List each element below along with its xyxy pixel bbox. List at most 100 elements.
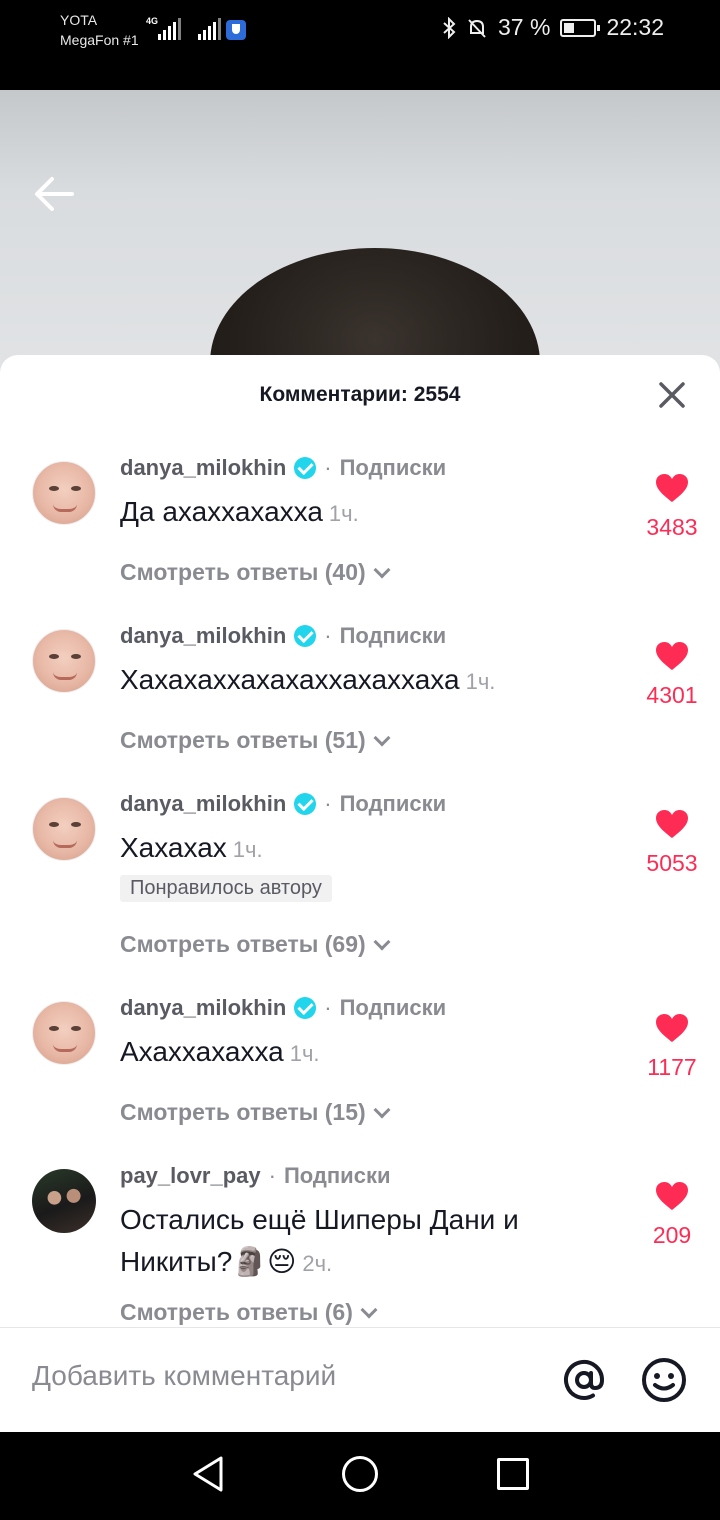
comment-header: danya_milokhin · Подписки: [120, 621, 446, 651]
avatar[interactable]: [32, 461, 96, 525]
comment-text: Хахахаххахахаххахаххаха 1ч.: [120, 659, 600, 703]
like-button[interactable]: 3483: [636, 473, 708, 541]
comment-header: pay_lovr_pay · Подписки: [120, 1161, 390, 1191]
heart-icon: [656, 810, 688, 838]
view-replies-label: Смотреть ответы (6): [120, 1299, 353, 1325]
comments-list[interactable]: danya_milokhin · Подписки Да ахаххахахха…: [0, 445, 720, 1325]
comment-text: Остались ещё Шиперы Дани и Никиты?🗿😔 2ч.: [120, 1199, 590, 1285]
comment-text: Ахаххахахха 1ч.: [120, 1031, 600, 1075]
separator-dot: ·: [324, 623, 332, 648]
follow-status: Подписки: [339, 995, 447, 1020]
separator-dot: ·: [324, 455, 332, 480]
view-replies-label: Смотреть ответы (40): [120, 559, 366, 585]
close-icon[interactable]: [652, 375, 692, 415]
comment-text: Да ахаххахахха 1ч.: [120, 491, 600, 535]
comment-header: danya_milokhin · Подписки: [120, 993, 446, 1023]
view-replies-button[interactable]: Смотреть ответы (51): [120, 727, 391, 754]
nav-back-icon[interactable]: [190, 1454, 226, 1494]
battery-icon: [560, 18, 601, 37]
avatar[interactable]: [32, 1001, 96, 1065]
username[interactable]: danya_milokhin: [120, 455, 286, 481]
status-bar: YOTA MegaFon #1 4G 37 % 22:32: [0, 0, 720, 90]
comment-time: 1ч.: [289, 1041, 320, 1066]
view-replies-label: Смотреть ответы (51): [120, 727, 366, 753]
verified-badge-icon: [294, 625, 317, 647]
separator-dot: ·: [324, 995, 332, 1020]
at-sign-icon[interactable]: [560, 1356, 608, 1404]
status-right: 37 % 22:32: [442, 14, 664, 41]
like-button[interactable]: 4301: [636, 641, 708, 709]
separator-dot: ·: [268, 1163, 276, 1188]
like-count: 5053: [646, 850, 698, 876]
like-count: 4301: [646, 682, 698, 708]
follow-status: Подписки: [283, 1163, 391, 1188]
like-button[interactable]: 1177: [636, 1013, 708, 1081]
chevron-down-icon: [373, 561, 391, 578]
comment-body: Да ахаххахахха: [120, 496, 323, 527]
view-replies-button[interactable]: Смотреть ответы (6): [120, 1299, 378, 1325]
arrow-left-icon[interactable]: [30, 174, 78, 214]
heart-icon: [656, 642, 688, 670]
comment-time: 2ч.: [302, 1251, 333, 1276]
chevron-down-icon: [373, 729, 391, 746]
comment-text: Хахахах 1ч.: [120, 827, 600, 871]
like-count: 1177: [647, 1054, 697, 1080]
username[interactable]: pay_lovr_pay: [120, 1163, 261, 1189]
carrier-info: YOTA MegaFon #1: [60, 10, 139, 50]
signal-icon: [158, 18, 182, 40]
like-button[interactable]: 5053: [636, 809, 708, 877]
battery-percent: 37 %: [498, 14, 551, 40]
comment-header: danya_milokhin · Подписки: [120, 453, 446, 483]
comments-title: Комментарии: 2554: [259, 383, 461, 406]
video-preview[interactable]: [0, 90, 720, 380]
nav-recents-icon[interactable]: [497, 1458, 529, 1490]
comments-sheet: Комментарии: 2554 danya_milokhin · Подпи…: [0, 355, 720, 1432]
avatar[interactable]: [32, 797, 96, 861]
nav-home-icon[interactable]: [342, 1456, 378, 1492]
follow-status: Подписки: [339, 455, 447, 480]
comment-body: Ахаххахахха: [120, 1036, 284, 1067]
chevron-down-icon: [373, 1101, 391, 1118]
vpn-shield-icon: [226, 20, 246, 40]
signal-icon-2: [198, 18, 222, 40]
view-replies-button[interactable]: Смотреть ответы (40): [120, 559, 391, 586]
liked-by-author-tag: Понравилось автору: [120, 875, 332, 902]
network-type: 4G: [146, 16, 159, 26]
like-count: 209: [652, 1222, 692, 1248]
separator-dot: ·: [324, 791, 332, 816]
comment-time: 1ч.: [232, 837, 263, 862]
view-replies-button[interactable]: Смотреть ответы (15): [120, 1099, 391, 1126]
comment-time: 1ч.: [328, 501, 359, 526]
verified-badge-icon: [294, 997, 317, 1019]
username[interactable]: danya_milokhin: [120, 623, 286, 649]
view-replies-label: Смотреть ответы (69): [120, 931, 366, 957]
bluetooth-icon: [443, 16, 456, 39]
comment-input[interactable]: Добавить комментарий: [32, 1360, 336, 1392]
heart-icon: [656, 1182, 688, 1210]
view-replies-label: Смотреть ответы (15): [120, 1099, 366, 1125]
username[interactable]: danya_milokhin: [120, 791, 286, 817]
verified-badge-icon: [294, 793, 317, 815]
avatar[interactable]: [32, 629, 96, 693]
chevron-down-icon: [360, 1301, 378, 1318]
follow-status: Подписки: [339, 791, 447, 816]
carrier-name-2: MegaFon #1: [60, 32, 139, 48]
comment-input-bar[interactable]: Добавить комментарий: [0, 1327, 720, 1432]
comment-body: Хахахаххахахаххахаххаха: [120, 664, 460, 695]
avatar[interactable]: [32, 1169, 96, 1233]
comment-body: Хахахах: [120, 832, 227, 863]
like-count: 3483: [646, 514, 698, 540]
comment-header: danya_milokhin · Подписки: [120, 789, 446, 819]
clock: 22:32: [606, 14, 664, 40]
chevron-down-icon: [373, 933, 391, 950]
view-replies-button[interactable]: Смотреть ответы (69): [120, 931, 391, 958]
comment-time: 1ч.: [465, 669, 496, 694]
verified-badge-icon: [294, 457, 317, 479]
heart-icon: [656, 1014, 688, 1042]
follow-status: Подписки: [339, 623, 447, 648]
system-nav-bar: [0, 1432, 720, 1520]
username[interactable]: danya_milokhin: [120, 995, 286, 1021]
smiley-icon[interactable]: [640, 1356, 688, 1404]
mute-bell-icon: [468, 18, 486, 38]
like-button[interactable]: 209: [636, 1181, 708, 1249]
